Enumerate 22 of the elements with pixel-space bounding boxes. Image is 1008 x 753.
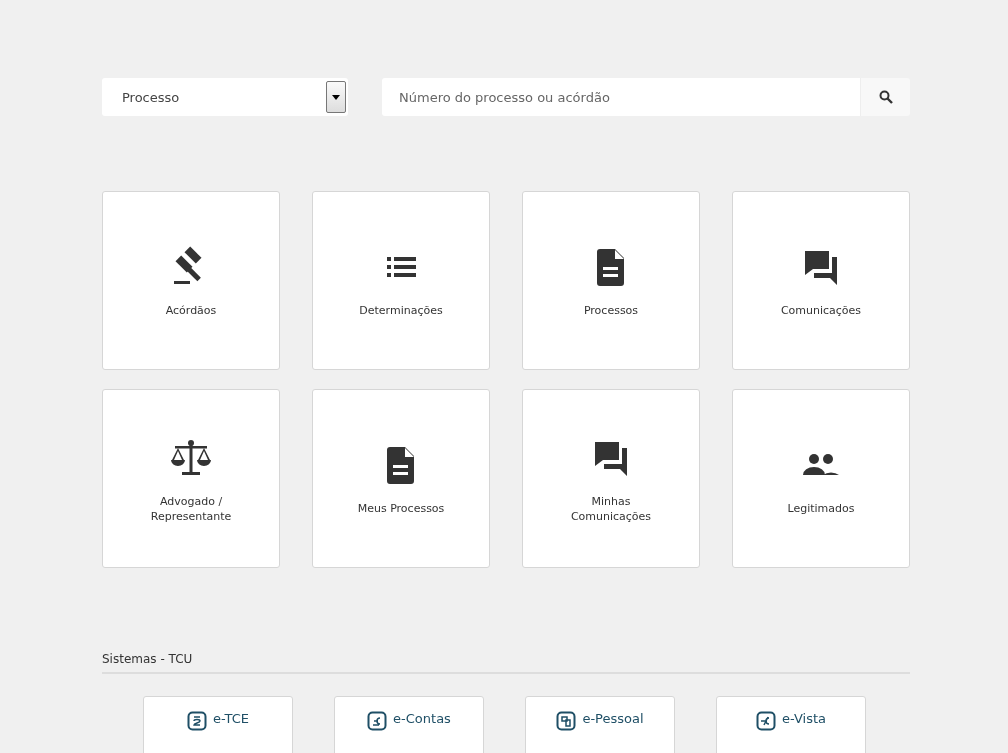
menu-tile[interactable]: Processos — [522, 191, 700, 370]
menu-tile[interactable]: Meus Processos — [312, 389, 490, 568]
system-button[interactable]: e-Pessoal — [525, 696, 675, 753]
menu-tile[interactable]: Determinações — [312, 191, 490, 370]
menu-tile[interactable]: Minhas Comunicações — [522, 389, 700, 568]
search-button[interactable] — [860, 78, 910, 116]
system-icon — [367, 711, 388, 731]
search-field[interactable]: Número do processo ou acórdão — [382, 78, 860, 116]
search-icon — [878, 90, 893, 104]
system-button[interactable]: e-TCE — [143, 696, 293, 753]
system-button[interactable]: e-Vista — [716, 696, 866, 753]
category-select[interactable]: Processo — [102, 78, 348, 116]
menu-tile[interactable]: Acórdãos — [102, 191, 280, 370]
menu-tile[interactable]: Legitimados — [732, 389, 910, 568]
system-icon — [556, 711, 577, 731]
caret-icon — [332, 94, 340, 100]
menu-tile[interactable]: Advogado / Representante — [102, 389, 280, 568]
system-icon — [187, 711, 207, 731]
system-icon — [756, 711, 776, 731]
system-button[interactable]: e-Contas — [334, 696, 484, 753]
section-title: Sistemas - TCU — [102, 652, 193, 666]
menu-tile[interactable]: Comunicações — [732, 191, 910, 370]
